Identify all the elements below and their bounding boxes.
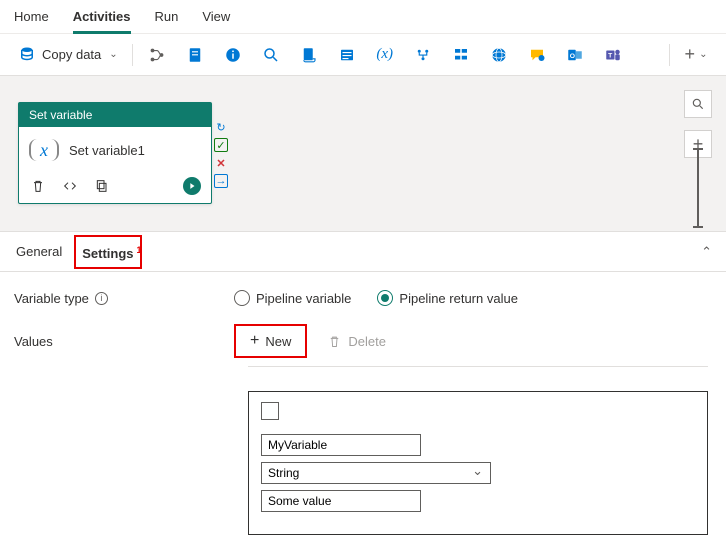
nav-home[interactable]: Home xyxy=(14,0,49,34)
variable-type-label: Variable type xyxy=(14,291,89,306)
variable-type-radio-group: Pipeline variable Pipeline return value xyxy=(234,290,518,306)
delete-button-label: Delete xyxy=(348,334,386,349)
variable-type-select[interactable] xyxy=(261,462,491,484)
notebook-icon[interactable] xyxy=(177,40,213,70)
delete-button[interactable]: Delete xyxy=(327,334,386,349)
canvas-search-button[interactable] xyxy=(684,90,712,118)
teams-icon[interactable]: T xyxy=(595,40,631,70)
new-button-label: New xyxy=(265,334,291,349)
radio-label: Pipeline return value xyxy=(399,291,518,306)
copy-data-button[interactable]: Copy data ⌄ xyxy=(10,42,126,68)
nav-run[interactable]: Run xyxy=(155,0,179,34)
copy-data-label: Copy data xyxy=(42,47,101,62)
variable-value-input[interactable] xyxy=(261,490,421,512)
search-icon[interactable] xyxy=(253,40,289,70)
run-icon[interactable] xyxy=(183,177,201,195)
divider xyxy=(248,366,708,367)
add-activity-button[interactable]: + ⌄ xyxy=(676,44,716,65)
anchor-fail-icon[interactable]: ✕ xyxy=(214,156,228,170)
variable-icon: x xyxy=(29,139,59,161)
value-checkbox[interactable] xyxy=(261,402,279,420)
nav-activities[interactable]: Activities xyxy=(73,0,131,34)
radio-circle-icon xyxy=(377,290,393,306)
tab-general[interactable]: General xyxy=(14,232,64,272)
divider xyxy=(132,44,133,66)
script-icon[interactable] xyxy=(291,40,327,70)
variable-icon[interactable]: (x) xyxy=(367,40,403,70)
outlook-icon[interactable]: O xyxy=(557,40,593,70)
settings-badge: 1 xyxy=(137,235,142,265)
dataflow-icon[interactable] xyxy=(405,40,441,70)
copy-icon[interactable] xyxy=(93,177,111,195)
radio-pipeline-variable[interactable]: Pipeline variable xyxy=(234,290,351,306)
web-icon[interactable] xyxy=(481,40,517,70)
radio-pipeline-return-value[interactable]: Pipeline return value xyxy=(377,290,518,306)
delete-icon[interactable] xyxy=(29,177,47,195)
pipeline-canvas[interactable]: Set variable x Set variable1 ↻ ✓ ✕ → + xyxy=(0,76,726,232)
anchor-loop-icon[interactable]: ↻ xyxy=(214,120,228,134)
values-label: Values xyxy=(14,334,53,349)
info-icon[interactable] xyxy=(215,40,251,70)
value-row-card xyxy=(248,391,708,535)
activity-anchors: ↻ ✓ ✕ → xyxy=(214,120,228,188)
chat-icon[interactable] xyxy=(519,40,555,70)
list-icon[interactable] xyxy=(329,40,365,70)
chevron-down-icon: ⌄ xyxy=(699,49,707,60)
new-button[interactable]: + New xyxy=(234,324,307,358)
collapse-icon[interactable]: ⌃ xyxy=(701,244,712,260)
properties-panel: General Settings 1 ⌃ Variable type i Pip… xyxy=(0,232,726,553)
code-icon[interactable] xyxy=(61,177,79,195)
radio-circle-icon xyxy=(234,290,250,306)
activity-header: Set variable xyxy=(19,103,211,127)
nav-view[interactable]: View xyxy=(202,0,230,34)
chevron-down-icon: ⌄ xyxy=(109,49,117,60)
top-nav: Home Activities Run View xyxy=(0,0,726,34)
toolbar: Copy data ⌄ (x) O T + ⌄ xyxy=(0,34,726,76)
activity-name: Set variable1 xyxy=(69,143,145,158)
trash-icon xyxy=(327,334,342,349)
plus-icon: + xyxy=(250,332,259,350)
tab-settings[interactable]: Settings 1 xyxy=(74,235,141,269)
anchor-success-icon[interactable]: ✓ xyxy=(214,138,228,152)
form-icon[interactable] xyxy=(443,40,479,70)
database-icon xyxy=(18,46,36,64)
variable-name-input[interactable] xyxy=(261,434,421,456)
activity-card[interactable]: Set variable x Set variable1 xyxy=(18,102,212,204)
info-icon[interactable]: i xyxy=(95,292,108,305)
branch-icon[interactable] xyxy=(139,40,175,70)
zoom-slider[interactable] xyxy=(697,148,699,228)
divider xyxy=(669,44,670,66)
tab-settings-label: Settings xyxy=(82,246,133,261)
radio-label: Pipeline variable xyxy=(256,291,351,306)
svg-text:O: O xyxy=(569,53,574,60)
anchor-skip-icon[interactable]: → xyxy=(214,174,228,188)
